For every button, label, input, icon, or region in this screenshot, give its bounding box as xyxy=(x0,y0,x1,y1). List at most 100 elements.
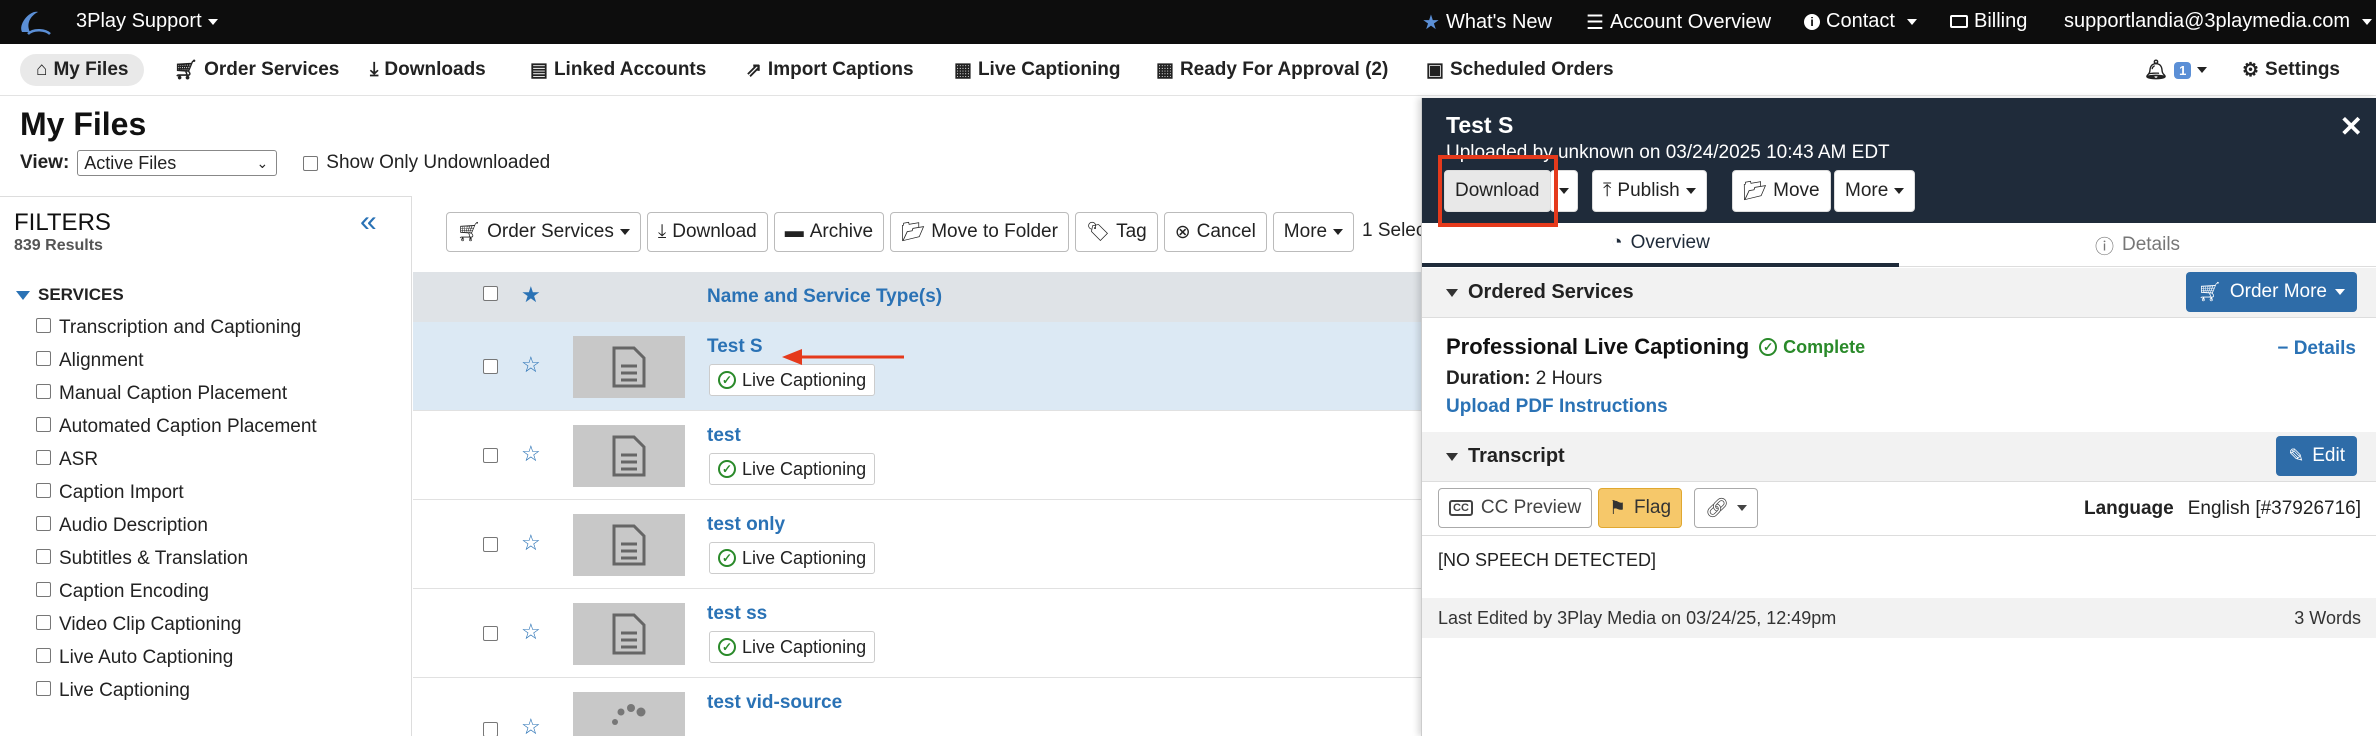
filter-item[interactable]: Automated Caption Placement xyxy=(36,416,317,438)
service-status-label: Complete xyxy=(1783,336,1866,357)
nav-linked-accounts[interactable]: ▤ Linked Accounts xyxy=(530,54,706,86)
order-more-button[interactable]: 🛒︎ Order More xyxy=(2185,272,2357,312)
upload-pdf-link[interactable]: Upload PDF Instructions xyxy=(1446,396,1668,418)
tag-button[interactable]: 🏷︎ Tag xyxy=(1074,212,1158,252)
link-options-button[interactable]: 🔗︎ xyxy=(1694,488,1759,528)
order-services-button[interactable]: 🛒︎ Order Services xyxy=(446,212,641,252)
nav-scheduled-orders[interactable]: ▣ Scheduled Orders xyxy=(1426,54,1614,86)
row-checkbox[interactable] xyxy=(483,722,498,736)
filter-item[interactable]: Caption Encoding xyxy=(36,581,209,603)
filter-item[interactable]: Caption Import xyxy=(36,482,184,504)
star-icon[interactable]: ★ xyxy=(521,282,541,308)
file-name-link[interactable]: test only xyxy=(707,514,785,536)
edit-button[interactable]: ✎ Edit xyxy=(2276,436,2357,476)
filter-checkbox[interactable] xyxy=(36,317,51,333)
details-link[interactable]: − Details xyxy=(2277,338,2356,360)
star-outline-icon[interactable]: ☆ xyxy=(521,714,541,736)
table-row[interactable]: ☆ test only ✓ Live Captioning xyxy=(413,500,1421,589)
file-thumbnail[interactable] xyxy=(573,425,685,487)
table-row[interactable]: ☆ test ✓ Live Captioning xyxy=(413,411,1421,500)
file-thumbnail[interactable] xyxy=(573,603,685,665)
file-name-link[interactable]: test ss xyxy=(707,603,767,625)
flag-button[interactable]: ⚑ Flag xyxy=(1598,488,1683,528)
tab-details[interactable]: ⓘ Details xyxy=(1899,223,2376,267)
upload-icon: ⤒ xyxy=(1603,180,1612,201)
account-switcher[interactable]: 3Play Support xyxy=(76,10,218,33)
file-name-link[interactable]: test vid-source xyxy=(707,692,842,714)
filter-checkbox[interactable] xyxy=(36,548,51,564)
filter-item[interactable]: Video Clip Captioning xyxy=(36,614,241,636)
panel-more-button[interactable]: More xyxy=(1834,170,1916,212)
move-to-folder-button[interactable]: 📂︎ Move to Folder xyxy=(890,212,1069,252)
chevron-down-icon xyxy=(1333,229,1344,235)
file-name-link[interactable]: Test S xyxy=(707,336,763,358)
services-section-toggle[interactable]: SERVICES xyxy=(16,285,124,305)
table-row[interactable]: ☆ test vid-source xyxy=(413,678,1421,736)
row-checkbox[interactable] xyxy=(483,626,498,641)
star-outline-icon[interactable]: ☆ xyxy=(521,441,541,467)
file-name-link[interactable]: test xyxy=(707,425,741,447)
only-undownloaded-checkbox[interactable] xyxy=(303,155,319,171)
more-button[interactable]: More xyxy=(1272,212,1355,252)
billing-link[interactable]: Billing xyxy=(1950,10,2027,33)
chevron-down-icon xyxy=(1894,188,1905,194)
star-outline-icon[interactable]: ☆ xyxy=(521,619,541,645)
move-button[interactable]: 📂︎ Move xyxy=(1732,170,1831,212)
view-select[interactable]: Active Files ⌄ xyxy=(77,150,278,176)
account-overview-link[interactable]: ☰ Account Overview xyxy=(1586,10,1771,35)
row-checkbox[interactable] xyxy=(483,448,498,463)
nav-ready-for-approval[interactable]: ▦ Ready For Approval (2) xyxy=(1156,54,1388,86)
row-checkbox[interactable] xyxy=(483,537,498,552)
whats-new-link[interactable]: ★ What's New xyxy=(1422,10,1552,35)
filter-item[interactable]: Audio Description xyxy=(36,515,208,537)
service-status: ✓ Complete xyxy=(1759,337,1865,358)
filter-item[interactable]: Manual Caption Placement xyxy=(36,383,287,405)
file-thumbnail[interactable] xyxy=(573,336,685,398)
star-outline-icon[interactable]: ☆ xyxy=(521,352,541,378)
nav-live-captioning[interactable]: ▦ Live Captioning xyxy=(954,54,1120,86)
cancel-button[interactable]: ⊗ Cancel xyxy=(1163,212,1267,252)
filter-item[interactable]: ASR xyxy=(36,449,98,471)
ordered-services-header[interactable]: Ordered Services 🛒︎ Order More xyxy=(1422,268,2376,318)
archive-button[interactable]: ▬ Archive xyxy=(773,212,885,252)
nav-my-files[interactable]: ⌂ My Files xyxy=(20,54,145,86)
column-name-header[interactable]: Name and Service Type(s) xyxy=(707,286,942,308)
user-menu[interactable]: supportlandia@3playmedia.com xyxy=(2064,10,2373,33)
row-checkbox[interactable] xyxy=(483,359,498,374)
filter-checkbox[interactable] xyxy=(36,614,51,630)
filter-checkbox[interactable] xyxy=(36,350,51,366)
filter-checkbox[interactable] xyxy=(36,647,51,663)
3play-logo-icon[interactable] xyxy=(16,6,52,38)
publish-button[interactable]: ⤒ Publish xyxy=(1592,170,1707,212)
filter-checkbox[interactable] xyxy=(36,449,51,465)
filter-checkbox[interactable] xyxy=(36,581,51,597)
transcript-header[interactable]: Transcript ✎ Edit xyxy=(1422,432,2376,482)
cc-preview-button[interactable]: CC CC Preview xyxy=(1438,488,1593,528)
file-thumbnail[interactable] xyxy=(573,692,685,736)
table-row[interactable]: ☆ test ss ✓ Live Captioning xyxy=(413,589,1421,678)
tab-overview[interactable]: ◔ Overview xyxy=(1422,223,1899,267)
close-icon[interactable]: ✕ xyxy=(2340,110,2363,143)
notifications-menu[interactable]: 🔔︎ 1 xyxy=(2144,54,2208,86)
nav-downloads[interactable]: ⤓ Downloads xyxy=(370,54,486,86)
select-all-checkbox[interactable] xyxy=(483,286,498,301)
table-row[interactable]: ☆ Test S ✓ Live Captioning xyxy=(413,322,1421,411)
filter-item[interactable]: Alignment xyxy=(36,350,144,372)
filter-item[interactable]: Transcription and Captioning xyxy=(36,317,301,339)
nav-order-services[interactable]: 🛒︎ Order Services xyxy=(174,54,339,86)
filter-checkbox[interactable] xyxy=(36,416,51,432)
download-button[interactable]: ⤓ Download xyxy=(646,212,768,252)
file-thumbnail[interactable] xyxy=(573,514,685,576)
contact-menu[interactable]: i Contact xyxy=(1804,10,1917,33)
filter-checkbox[interactable] xyxy=(36,383,51,399)
filter-item[interactable]: Live Captioning xyxy=(36,680,190,702)
filter-item[interactable]: Subtitles & Translation xyxy=(36,548,248,570)
filter-checkbox[interactable] xyxy=(36,482,51,498)
collapse-filters-icon[interactable]: « xyxy=(360,205,377,239)
filter-checkbox[interactable] xyxy=(36,515,51,531)
filter-item[interactable]: Live Auto Captioning xyxy=(36,647,233,669)
nav-settings[interactable]: ⚙ Settings xyxy=(2242,54,2340,86)
filter-checkbox[interactable] xyxy=(36,680,51,696)
star-outline-icon[interactable]: ☆ xyxy=(521,530,541,556)
nav-import-captions[interactable]: ⇗ Import Captions xyxy=(746,54,914,86)
